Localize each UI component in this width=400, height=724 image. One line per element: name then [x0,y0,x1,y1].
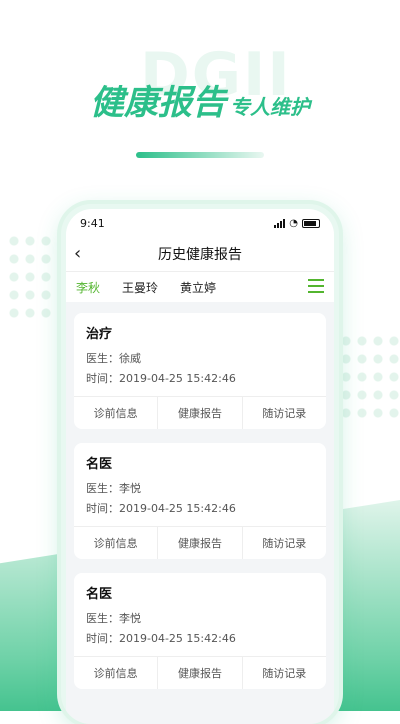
hero-sub-text: 专人维护 [230,95,310,119]
card-doctor: 医生：徐威 [86,352,141,365]
report-card: 治疗 医生：徐威 时间：2019-04-25 15:42:46 诊前信息 健康报… [74,313,326,429]
hero-underline [136,152,264,158]
report-card: 名医 医生：李悦 时间：2019-04-25 15:42:46 诊前信息 健康报… [74,573,326,689]
follow-up-button[interactable]: 随访记录 [243,397,326,429]
phone-screen: 9:41 ◔ ‹ 历史健康报告 李秋 王曼玲 黄立婷 治疗 医生：徐威 时间：2… [66,209,334,724]
battery-icon [302,218,320,228]
follow-up-button[interactable]: 随访记录 [243,527,326,559]
card-doctor: 医生：李悦 [86,612,141,625]
tab-patient-3[interactable]: 黄立婷 [180,279,216,296]
follow-up-button[interactable]: 随访记录 [243,657,326,689]
menu-icon[interactable] [308,279,324,293]
page-title: 历史健康报告 [158,247,242,263]
card-actions: 诊前信息 健康报告 随访记录 [74,396,326,429]
health-report-button[interactable]: 健康报告 [158,657,243,689]
wifi-icon: ◔ [289,217,298,229]
card-actions: 诊前信息 健康报告 随访记录 [74,656,326,689]
health-report-button[interactable]: 健康报告 [158,397,243,429]
status-icons: ◔ [274,218,320,229]
card-time: 时间：2019-04-25 15:42:46 [86,502,236,515]
status-time: 9:41 [80,216,105,230]
decor-dots-right [338,332,400,422]
decor-dots-left [6,232,62,322]
card-time: 时间：2019-04-25 15:42:46 [86,632,236,645]
tab-patient-2[interactable]: 王曼玲 [122,279,158,296]
card-title: 名医 [86,587,113,602]
pre-diagnosis-button[interactable]: 诊前信息 [74,527,159,559]
health-report-button[interactable]: 健康报告 [158,527,243,559]
report-card: 名医 医生：李悦 时间：2019-04-25 15:42:46 诊前信息 健康报… [74,443,326,559]
status-bar: 9:41 ◔ [66,209,334,237]
phone-mockup: 9:41 ◔ ‹ 历史健康报告 李秋 王曼玲 黄立婷 治疗 医生：徐威 时间：2… [61,204,339,724]
pre-diagnosis-button[interactable]: 诊前信息 [74,397,159,429]
pre-diagnosis-button[interactable]: 诊前信息 [74,657,159,689]
nav-bar: ‹ 历史健康报告 [66,237,334,272]
signal-icon [274,218,286,228]
card-doctor: 医生：李悦 [86,482,141,495]
hero-main-text: 健康报告 [90,83,226,123]
patient-tabs: 李秋 王曼玲 黄立婷 [66,272,334,302]
card-title: 治疗 [86,327,113,342]
card-title: 名医 [86,457,113,472]
hero-title: 健康报告 专人维护 [0,75,400,124]
back-arrow-icon[interactable]: ‹ [74,243,81,264]
card-time: 时间：2019-04-25 15:42:46 [86,372,236,385]
tab-patient-1[interactable]: 李秋 [76,279,100,296]
card-actions: 诊前信息 健康报告 随访记录 [74,526,326,559]
